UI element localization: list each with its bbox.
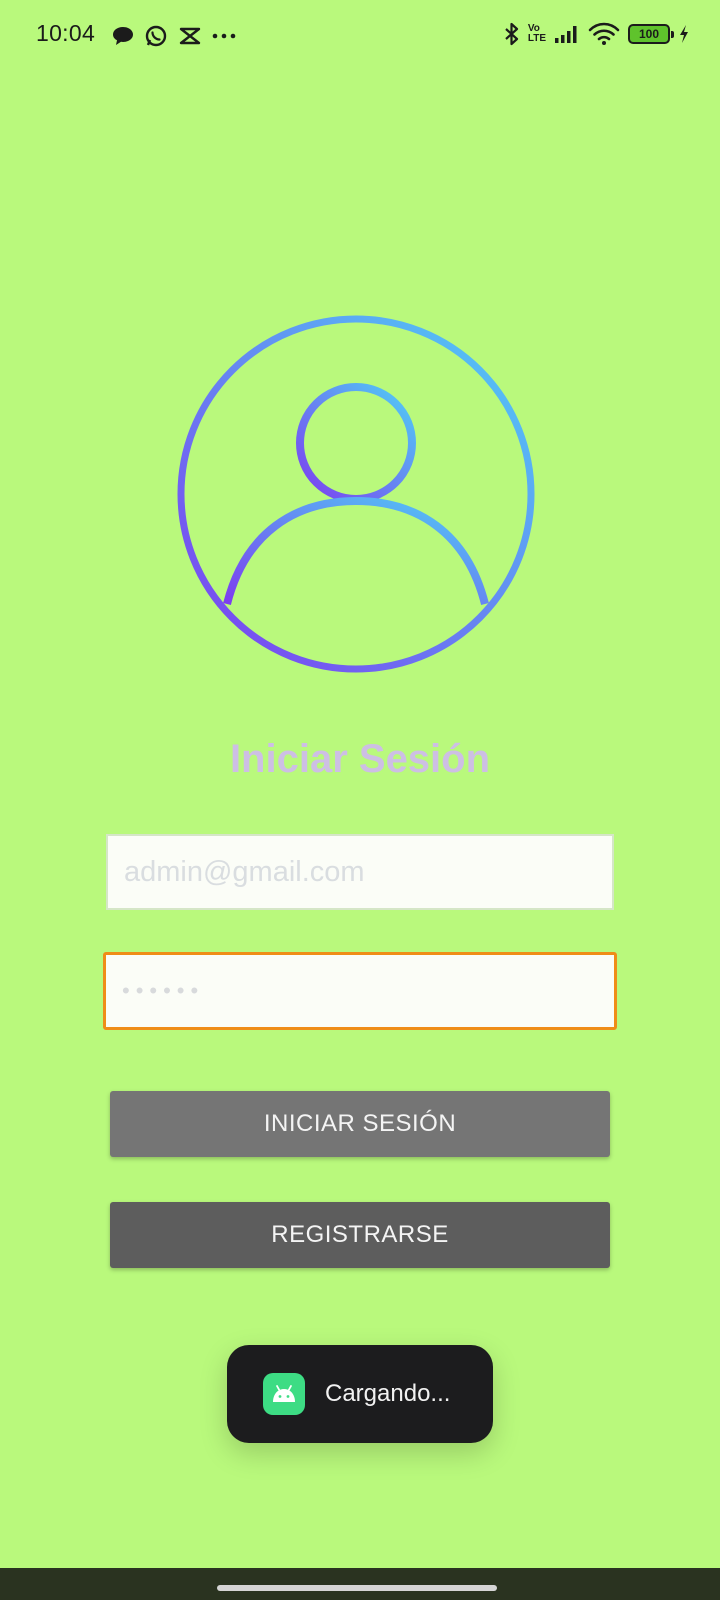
password-mask: •••••• — [122, 978, 205, 1003]
password-field[interactable]: •••••• — [103, 952, 617, 1030]
status-bar: 10:04 Vo LTE 100 — [0, 0, 720, 72]
notification-icons — [112, 24, 236, 48]
toast-message: Cargando... — [325, 1380, 451, 1407]
battery-icon: 100 — [628, 24, 674, 44]
signal-icon — [554, 24, 580, 44]
email-field[interactable]: admin@gmail.com — [106, 834, 614, 910]
page-title: Iniciar Sesión — [229, 737, 491, 781]
charging-icon — [678, 24, 690, 44]
battery-cap — [671, 31, 674, 38]
whatsapp-icon — [144, 24, 168, 48]
battery-level: 100 — [638, 27, 660, 41]
register-button[interactable]: REGISTRARSE — [110, 1202, 610, 1268]
volte-bottom-label: LTE — [527, 33, 546, 44]
login-button[interactable]: INICIAR SESIÓN — [110, 1091, 610, 1157]
more-dots-icon — [212, 32, 236, 40]
user-avatar-icon — [175, 313, 537, 675]
message-icon — [112, 25, 134, 47]
status-time: 10:04 — [36, 20, 96, 46]
system-icons: Vo LTE 100 — [504, 22, 690, 46]
navigation-bar — [0, 1568, 720, 1600]
android-icon — [263, 1373, 305, 1415]
email-placeholder: admin@gmail.com — [124, 855, 365, 888]
capcut-icon — [178, 25, 202, 47]
wifi-icon — [588, 22, 620, 46]
bluetooth-icon — [504, 22, 520, 46]
volte-icon: Vo LTE — [528, 24, 546, 44]
home-gesture-handle[interactable] — [217, 1585, 497, 1591]
toast: Cargando... — [227, 1345, 493, 1443]
